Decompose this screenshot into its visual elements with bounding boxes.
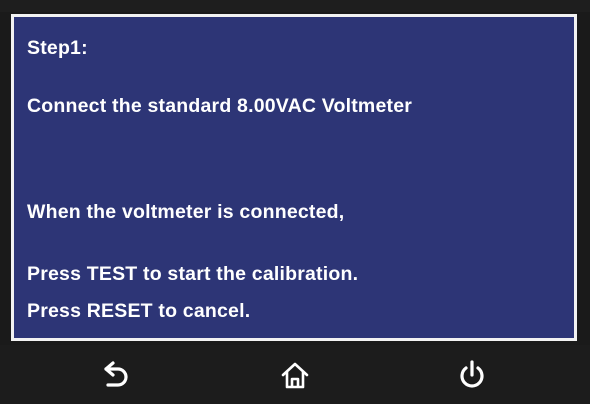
back-button[interactable]	[56, 345, 176, 404]
step-title: Step1:	[27, 37, 88, 59]
home-icon	[281, 362, 309, 388]
instruction-when-connected: When the voltmeter is connected,	[27, 201, 345, 223]
power-icon	[460, 359, 484, 388]
instruction-press-reset: Press RESET to cancel.	[27, 300, 251, 322]
bottom-toolbar	[0, 345, 590, 404]
home-button[interactable]	[235, 345, 355, 404]
power-button[interactable]	[412, 345, 532, 404]
instruction-press-test: Press TEST to start the calibration.	[27, 263, 359, 285]
device-screen: Step1: Connect the standard 8.00VAC Volt…	[0, 0, 590, 404]
calibration-message-panel: Step1: Connect the standard 8.00VAC Volt…	[11, 14, 577, 341]
top-bar	[0, 0, 590, 12]
instruction-connect: Connect the standard 8.00VAC Voltmeter	[27, 95, 413, 117]
back-arrow-icon	[104, 360, 128, 387]
